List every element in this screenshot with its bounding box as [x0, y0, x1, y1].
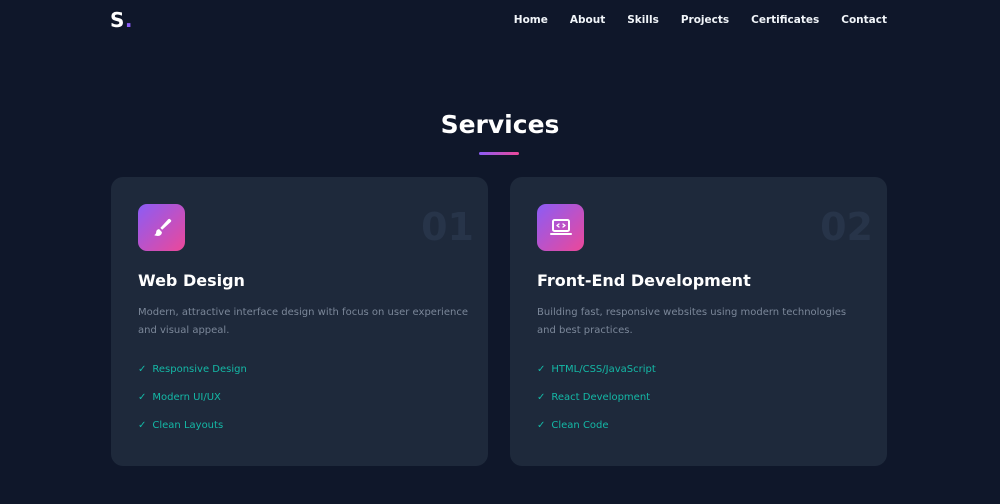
card-number: 01	[421, 205, 474, 249]
nav-link-projects[interactable]: Projects	[681, 14, 729, 26]
logo-letter: S	[110, 8, 125, 32]
feature-list: ✓ Responsive Design ✓ Modern UI/UX ✓ Clean …	[138, 362, 247, 446]
feature-item: ✓ Clean Code	[537, 418, 656, 446]
check-icon: ✓	[537, 420, 546, 431]
navbar: S. Home About Skills Projects Certificat…	[0, 0, 1000, 42]
title-underline	[479, 152, 519, 155]
check-icon: ✓	[537, 392, 546, 403]
feature-item: ✓ HTML/CSS/JavaScript	[537, 362, 656, 390]
feature-label: Clean Layouts	[152, 420, 224, 431]
nav-links: Home About Skills Projects Certificates …	[514, 14, 887, 26]
card-number: 02	[820, 205, 873, 249]
nav-link-certificates[interactable]: Certificates	[751, 14, 819, 26]
check-icon: ✓	[138, 420, 147, 431]
feature-label: Responsive Design	[152, 364, 247, 375]
page: S. Home About Skills Projects Certificat…	[0, 0, 1000, 504]
feature-item: ✓ React Development	[537, 390, 656, 418]
check-icon: ✓	[138, 364, 147, 375]
section-title: Services	[440, 110, 560, 139]
card-title: Front-End Development	[537, 271, 751, 290]
check-icon: ✓	[138, 392, 147, 403]
feature-item: ✓ Modern UI/UX	[138, 390, 247, 418]
feature-label: Modern UI/UX	[152, 392, 221, 403]
feature-label: React Development	[551, 392, 651, 403]
nav-link-contact[interactable]: Contact	[841, 14, 887, 26]
service-card-front-end-development: 02 Front-End Development Building fast, …	[510, 177, 887, 466]
logo[interactable]: S.	[110, 8, 133, 32]
nav-link-skills[interactable]: Skills	[627, 14, 659, 26]
card-title: Web Design	[138, 271, 245, 290]
paintbrush-icon	[138, 204, 185, 251]
feature-list: ✓ HTML/CSS/JavaScript ✓ React Development …	[537, 362, 656, 446]
logo-dot: .	[124, 8, 134, 32]
feature-label: HTML/CSS/JavaScript	[551, 364, 656, 375]
service-card-web-design: 01 Web Design Modern, attractive interfa…	[111, 177, 488, 466]
card-description: Building fast, responsive websites using…	[537, 307, 847, 336]
feature-item: ✓ Clean Layouts	[138, 418, 247, 446]
check-icon: ✓	[537, 364, 546, 375]
card-description: Modern, attractive interface design with…	[138, 307, 468, 336]
code-laptop-icon	[537, 204, 584, 251]
nav-link-home[interactable]: Home	[514, 14, 548, 26]
feature-label: Clean Code	[551, 420, 609, 431]
feature-item: ✓ Responsive Design	[138, 362, 247, 390]
nav-link-about[interactable]: About	[570, 14, 605, 26]
